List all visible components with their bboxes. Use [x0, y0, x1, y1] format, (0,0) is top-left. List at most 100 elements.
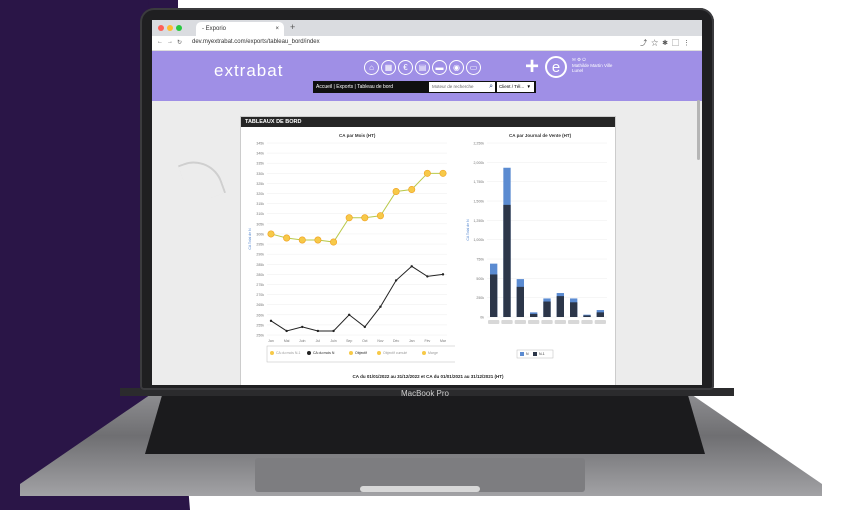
- data-point: [426, 275, 429, 278]
- bar-chart: 0k 250k 500k 750k 1,000k 1,250k 1,500k 1,750k 2,…: [466, 142, 607, 359]
- data-point: [316, 329, 320, 333]
- y-tick-label: 265k: [256, 303, 264, 307]
- objective-marker: [376, 212, 384, 220]
- objective-marker: [330, 238, 338, 246]
- calendar-icon[interactable]: ▦: [381, 60, 396, 75]
- bar-chart-title: CA par Journal de Vente (HT): [509, 133, 572, 138]
- document-icon[interactable]: ▭: [466, 60, 481, 75]
- user-info[interactable]: ✉ ⚙ ⏻ Mathilde Martin Ville Lunel: [572, 57, 622, 73]
- objective-marker: [423, 169, 431, 177]
- back-icon[interactable]: ←: [157, 39, 163, 45]
- nav-icon-row: ⌂ ▦ € ▤ ▬ ◉ ▭: [364, 60, 481, 75]
- x-tick-label: Mar: [440, 339, 447, 343]
- y-tick-label: 500k: [476, 277, 484, 281]
- category-label: [488, 320, 500, 324]
- legend-label: Objectif cumulé: [383, 351, 407, 355]
- dashboard-panel: TABLEAUX DE BORD CA par Mois (HT) CA par…: [240, 116, 616, 385]
- url-field[interactable]: dev.myextrabat.com/exports/tableau_bord/…: [192, 39, 320, 45]
- objective-marker: [408, 185, 416, 193]
- y-tick-label: 300k: [256, 232, 264, 236]
- euro-icon[interactable]: €: [398, 60, 413, 75]
- bar-n-1: [570, 302, 578, 317]
- decorative-curve: [177, 153, 227, 205]
- legend-label: CA du mois N: [313, 351, 335, 355]
- x-tick-label: Mai: [284, 339, 290, 343]
- address-bar-row: ← → ↻ dev.myextrabat.com/exports/tableau…: [152, 36, 702, 51]
- catalog-icon[interactable]: ▤: [415, 60, 430, 75]
- legend-label: N-1: [539, 352, 545, 356]
- y-tick-label: 310k: [256, 212, 264, 216]
- app-logo[interactable]: extrabat: [214, 61, 283, 81]
- forward-icon[interactable]: →: [167, 39, 173, 45]
- y-tick-label: 345k: [256, 142, 264, 146]
- data-point: [332, 329, 335, 333]
- y-tick-label: 255k: [256, 323, 264, 327]
- reload-icon[interactable]: ↻: [177, 39, 182, 46]
- data-point: [363, 325, 367, 329]
- objective-marker: [298, 236, 306, 244]
- browser-tab[interactable]: - Exporio ×: [196, 22, 284, 36]
- data-point: [410, 265, 413, 268]
- data-point: [347, 313, 351, 316]
- series-line: [270, 265, 444, 332]
- toolbar: Accueil | Exports | Tableau de bord Mote…: [313, 81, 536, 93]
- search-icon[interactable]: ⌕: [489, 82, 493, 92]
- legend-marker: [270, 351, 274, 355]
- y-tick-label: 295k: [256, 243, 264, 247]
- maximize-window-icon[interactable]: [176, 25, 182, 31]
- y-tick-label: 330k: [256, 172, 264, 176]
- app-header: extrabat ⌂ ▦ € ▤ ▬ ◉ ▭ + e ✉ ⚙ ⏻ Mathild…: [152, 51, 702, 101]
- breadcrumb[interactable]: Accueil | Exports | Tableau de bord: [316, 84, 393, 90]
- new-tab-button[interactable]: +: [290, 22, 295, 32]
- search-input[interactable]: Moteur de recherche ⌕: [429, 82, 495, 92]
- y-tick-label: 275k: [256, 283, 264, 287]
- data-point: [269, 319, 273, 323]
- page-scrollbar[interactable]: [697, 100, 700, 160]
- truck-icon[interactable]: ▬: [432, 60, 447, 75]
- x-tick-label: Fév: [424, 339, 430, 343]
- tab-close-icon[interactable]: ×: [275, 22, 279, 36]
- legend-swatch-n: [520, 352, 524, 356]
- y-tick-label: 2,000k: [473, 161, 484, 165]
- x-tick-label: Juin: [299, 339, 305, 343]
- bar-n-1: [503, 204, 511, 317]
- y-axis-label: CA Total de N: [248, 228, 252, 250]
- client-select[interactable]: Client / Tél... ▼: [497, 82, 534, 92]
- x-tick-label: Sep: [346, 339, 352, 343]
- location-icon[interactable]: ◉: [449, 60, 464, 75]
- objective-marker: [361, 214, 369, 222]
- x-tick-label: Jan: [268, 339, 274, 343]
- y-tick-label: 250k: [476, 296, 484, 300]
- close-window-icon[interactable]: [158, 25, 164, 31]
- category-label: [541, 320, 553, 324]
- legend-label: Marge: [428, 351, 438, 355]
- x-tick-label: Oct: [362, 339, 367, 343]
- y-tick-label: 320k: [256, 192, 264, 196]
- category-label: [581, 320, 593, 324]
- legend-swatch-n-1: [533, 352, 537, 356]
- data-point: [301, 325, 304, 329]
- legend-marker: [377, 351, 381, 355]
- search-placeholder: Moteur de recherche: [432, 84, 474, 89]
- y-tick-label: 340k: [256, 152, 264, 156]
- y-tick-label: 260k: [256, 313, 264, 317]
- laptop-label: MacBook Pro: [400, 389, 450, 398]
- add-button[interactable]: +: [525, 53, 539, 81]
- keyboard: [145, 396, 705, 454]
- home-icon[interactable]: ⌂: [364, 60, 379, 75]
- bar-n-1: [583, 315, 591, 317]
- x-tick-label: Jan: [409, 339, 415, 343]
- objective-marker: [314, 236, 322, 244]
- category-label: [501, 320, 513, 324]
- category-label: [594, 320, 606, 324]
- dashboard-title: TABLEAUX DE BORD: [241, 117, 615, 127]
- e-icon[interactable]: e: [545, 56, 567, 78]
- y-tick-label: 290k: [256, 253, 264, 257]
- x-tick-label: Nov: [377, 339, 383, 343]
- data-point: [285, 329, 288, 333]
- x-tick-label: Juin: [330, 339, 336, 343]
- minimize-window-icon[interactable]: [167, 25, 173, 31]
- y-tick-label: 1,000k: [473, 238, 484, 242]
- y-tick-label: 1,500k: [473, 200, 484, 204]
- browser-toolbar-icons[interactable]: ⤴☆✱▢⋮: [640, 38, 694, 48]
